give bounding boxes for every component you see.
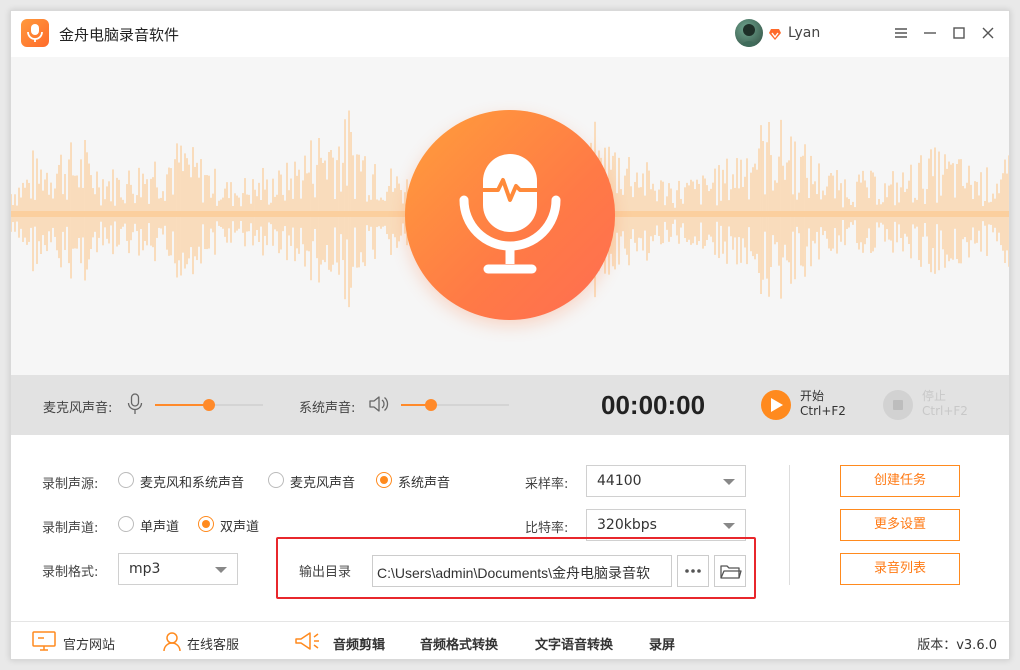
promo-megaphone-icon bbox=[293, 630, 321, 656]
system-volume-label: 系统声音: bbox=[299, 401, 356, 416]
website-link[interactable]: 官方网站 bbox=[63, 634, 115, 653]
stop-shortcut: Ctrl+F2 bbox=[922, 404, 968, 418]
app-window: 金舟电脑录音软件 Lyan 麦克风声音: 系统声音: 00:00:00 开始 C… bbox=[10, 10, 1010, 660]
chevron-down-icon bbox=[723, 479, 735, 485]
tts-link[interactable]: 文字语音转换 bbox=[535, 634, 613, 653]
samplerate-value: 44100 bbox=[597, 473, 642, 489]
stop-label: 停止 bbox=[922, 389, 947, 403]
stop-icon bbox=[893, 400, 903, 410]
format-convert-link[interactable]: 音频格式转换 bbox=[420, 634, 498, 653]
minimize-icon[interactable] bbox=[920, 23, 940, 43]
mic-volume-knob[interactable] bbox=[203, 399, 215, 411]
support-icon bbox=[161, 630, 183, 656]
start-button[interactable] bbox=[761, 390, 791, 420]
waveform-area bbox=[11, 57, 1009, 375]
mic-volume-label: 麦克风声音: bbox=[43, 401, 113, 416]
samplerate-label: 采样率: bbox=[525, 477, 569, 492]
system-volume-knob[interactable] bbox=[425, 399, 438, 411]
speaker-icon bbox=[368, 394, 390, 418]
samplerate-select[interactable]: 44100 bbox=[586, 465, 746, 497]
close-icon[interactable] bbox=[978, 23, 998, 43]
support-link[interactable]: 在线客服 bbox=[187, 634, 239, 653]
mic-volume-fill bbox=[155, 404, 209, 406]
vip-badge-icon bbox=[768, 26, 782, 45]
create-task-button[interactable]: 创建任务 bbox=[840, 465, 960, 497]
maximize-icon[interactable] bbox=[949, 23, 969, 43]
more-settings-button[interactable]: 更多设置 bbox=[840, 509, 960, 541]
play-icon bbox=[771, 398, 783, 412]
avatar[interactable] bbox=[735, 19, 763, 47]
format-select[interactable]: mp3 bbox=[118, 553, 238, 585]
system-volume-slider[interactable] bbox=[401, 399, 509, 411]
version-label: 版本：v3.6.0 bbox=[917, 638, 997, 653]
chevron-down-icon bbox=[723, 523, 735, 529]
highlight-box bbox=[276, 537, 756, 599]
microphone-icon bbox=[459, 154, 561, 274]
record-mic-button[interactable] bbox=[405, 110, 615, 320]
stop-button[interactable] bbox=[883, 390, 913, 420]
app-title: 金舟电脑录音软件 bbox=[59, 26, 180, 44]
source-label: 录制声源: bbox=[42, 477, 99, 492]
audio-edit-link[interactable]: 音频剪辑 bbox=[333, 634, 385, 653]
format-value: mp3 bbox=[129, 561, 161, 577]
channel-label: 录制声道: bbox=[42, 521, 99, 536]
website-icon bbox=[31, 630, 57, 656]
start-label[interactable]: 开始 bbox=[800, 389, 824, 404]
screen-record-link[interactable]: 录屏 bbox=[649, 634, 675, 653]
recording-control-bar: 麦克风声音: 系统声音: 00:00:00 开始 Ctrl+F2 停止 Ctrl… bbox=[11, 375, 1009, 435]
recording-timer: 00:00:00 bbox=[601, 390, 706, 420]
chevron-down-icon bbox=[215, 567, 227, 573]
title-bar: 金舟电脑录音软件 Lyan bbox=[11, 11, 1009, 57]
app-logo-icon bbox=[21, 19, 49, 47]
footer-bar: 官方网站 在线客服 音频剪辑 音频格式转换 文字语音转换 录屏 版本：v3.6.… bbox=[11, 621, 1009, 659]
divider bbox=[789, 465, 790, 585]
mic-volume-slider[interactable] bbox=[155, 399, 263, 411]
record-list-button[interactable]: 录音列表 bbox=[840, 553, 960, 585]
format-label: 录制格式: bbox=[42, 565, 99, 580]
user-name[interactable]: Lyan bbox=[788, 25, 820, 41]
bitrate-value: 320kbps bbox=[597, 517, 657, 533]
bitrate-label: 比特率: bbox=[525, 521, 569, 536]
menu-icon[interactable] bbox=[891, 23, 911, 43]
start-shortcut: Ctrl+F2 bbox=[800, 404, 846, 418]
mic-icon bbox=[127, 393, 143, 419]
